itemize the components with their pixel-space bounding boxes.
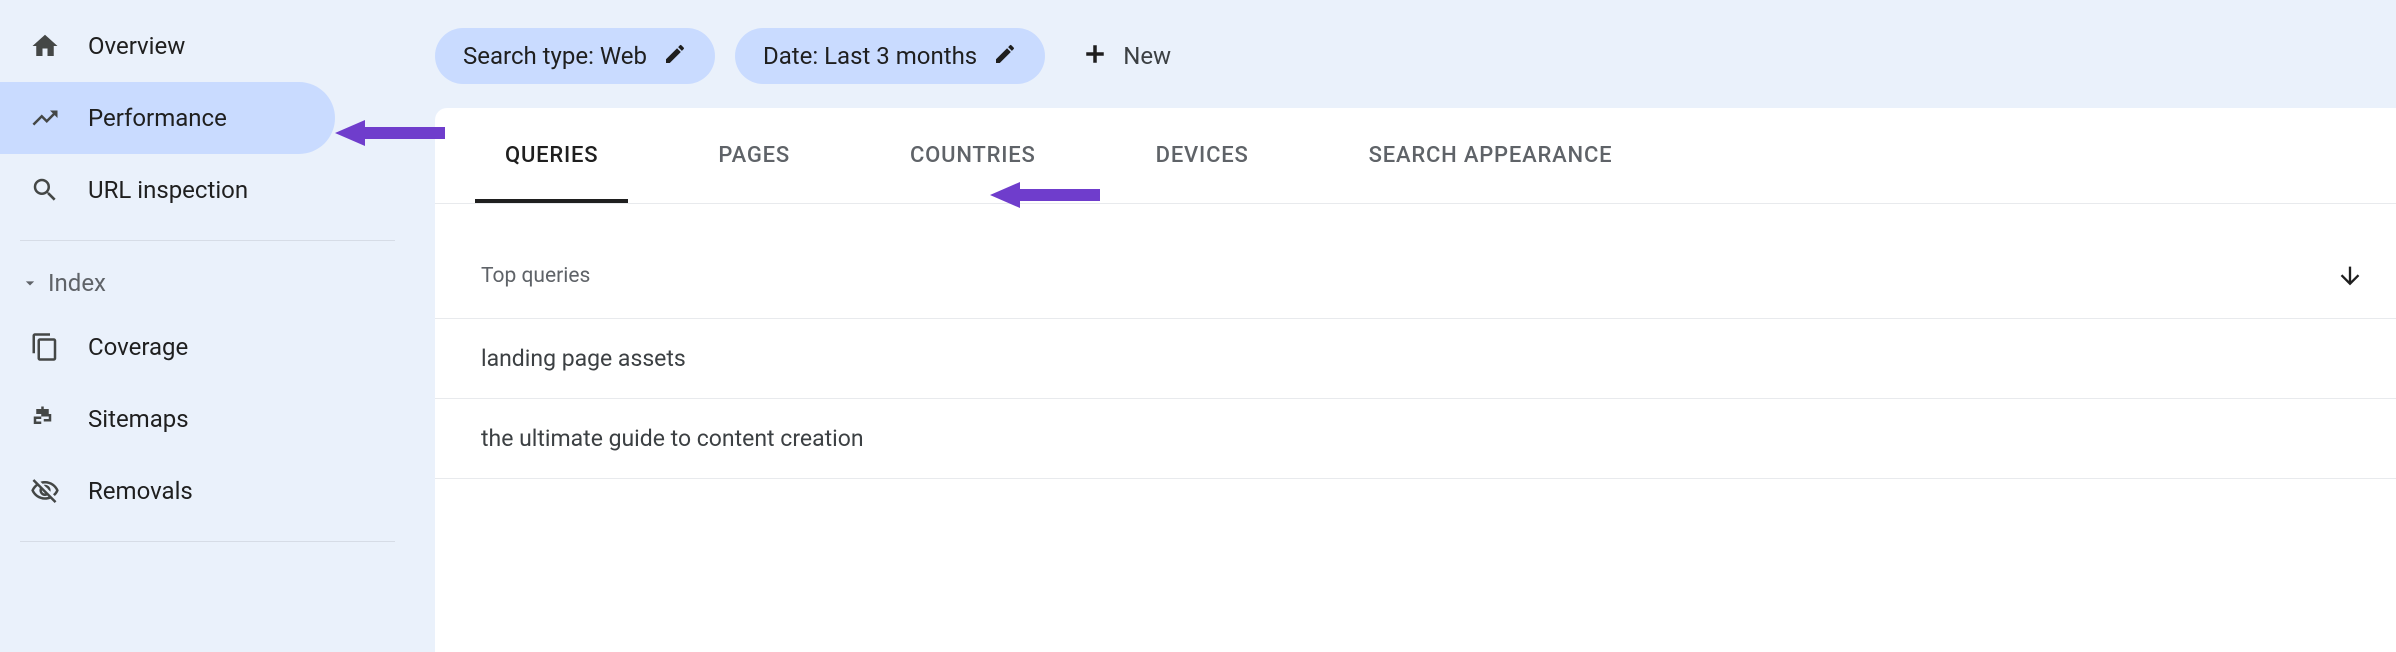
sidebar-item-label: URL inspection — [88, 176, 248, 204]
filter-chip-label: Search type: Web — [463, 42, 647, 70]
table-row[interactable]: the ultimate guide to content creation — [435, 399, 2396, 479]
table-header-row: Top queries — [435, 234, 2396, 319]
pencil-icon — [663, 42, 687, 70]
tab-countries[interactable]: COUNTRIES — [880, 108, 1066, 203]
sidebar-item-overview[interactable]: Overview — [0, 10, 415, 82]
sidebar-item-sitemaps[interactable]: Sitemaps — [0, 383, 415, 455]
filter-bar: Search type: Web Date: Last 3 months New — [435, 14, 2396, 108]
tab-pages[interactable]: PAGES — [688, 108, 820, 203]
sidebar-section-title: Index — [48, 269, 106, 297]
sidebar-item-label: Overview — [88, 32, 185, 60]
results-card: QUERIES PAGES COUNTRIES DEVICES SEARCH A… — [435, 108, 2396, 652]
main-content: Search type: Web Date: Last 3 months New — [415, 0, 2396, 652]
divider — [20, 240, 395, 241]
filter-chip-date[interactable]: Date: Last 3 months — [735, 28, 1045, 84]
sitemap-icon — [30, 404, 60, 434]
sidebar-section-index[interactable]: Index — [0, 255, 415, 311]
table-row[interactable]: landing page assets — [435, 319, 2396, 399]
tab-row: QUERIES PAGES COUNTRIES DEVICES SEARCH A… — [435, 108, 2396, 204]
tab-devices[interactable]: DEVICES — [1126, 108, 1279, 203]
new-filter-button[interactable]: New — [1065, 30, 1187, 82]
plus-icon — [1081, 40, 1109, 72]
sidebar-item-label: Sitemaps — [88, 405, 189, 433]
sidebar-item-label: Performance — [88, 104, 227, 132]
pencil-icon — [993, 42, 1017, 70]
sidebar-item-label: Coverage — [88, 333, 188, 361]
tab-search-appearance[interactable]: SEARCH APPEARANCE — [1339, 108, 1643, 203]
search-icon — [30, 175, 60, 205]
visibility-off-icon — [30, 476, 60, 506]
filter-chip-label: Date: Last 3 months — [763, 42, 977, 70]
pages-icon — [30, 332, 60, 362]
arrow-down-icon[interactable] — [2336, 262, 2364, 290]
new-filter-label: New — [1123, 42, 1171, 70]
table-header-top-queries[interactable]: Top queries — [481, 264, 590, 288]
home-icon — [30, 31, 60, 61]
tab-queries[interactable]: QUERIES — [475, 108, 628, 203]
trending-icon — [30, 103, 60, 133]
sidebar-item-url-inspection[interactable]: URL inspection — [0, 154, 415, 226]
sidebar-item-removals[interactable]: Removals — [0, 455, 415, 527]
sidebar-item-label: Removals — [88, 477, 193, 505]
caret-down-icon — [20, 273, 40, 293]
sidebar: Overview Performance URL inspection Inde… — [0, 0, 415, 652]
divider — [20, 541, 395, 542]
filter-chip-search-type[interactable]: Search type: Web — [435, 28, 715, 84]
sidebar-item-performance[interactable]: Performance — [0, 82, 335, 154]
sidebar-item-coverage[interactable]: Coverage — [0, 311, 415, 383]
